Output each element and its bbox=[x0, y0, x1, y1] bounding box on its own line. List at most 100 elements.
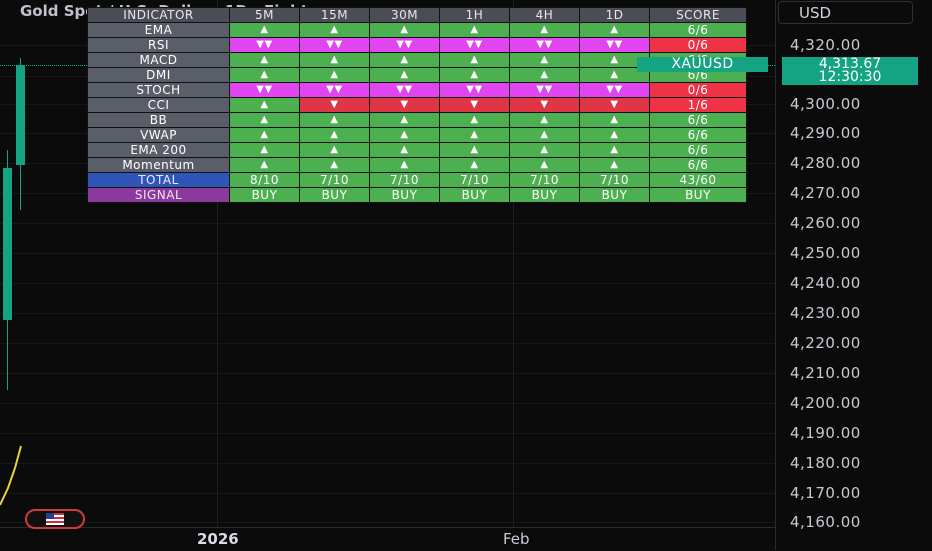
arrow-up-icon: ▲ bbox=[369, 142, 440, 158]
grid-hline bbox=[0, 343, 775, 344]
grid-hline bbox=[0, 463, 775, 464]
arrow-up-icon: ▲ bbox=[369, 52, 440, 68]
arrow-up-icon: ▲ bbox=[439, 112, 510, 128]
grid-hline bbox=[0, 522, 775, 523]
score-cell: 6/6 bbox=[649, 127, 747, 143]
signal-cell: BUY bbox=[579, 187, 650, 203]
score-cell: 0/6 bbox=[649, 82, 747, 98]
arrow-up-icon: ▲ bbox=[369, 67, 440, 83]
arrow-down-icon: ▼▼ bbox=[439, 82, 510, 98]
indicator-name: VWAP bbox=[87, 127, 230, 143]
arrow-down-icon: ▼▼ bbox=[229, 82, 300, 98]
indicator-name: DMI bbox=[87, 67, 230, 83]
total-cell: 7/10 bbox=[579, 172, 650, 188]
arrow-down-icon: ▼▼ bbox=[299, 82, 370, 98]
us-flag-icon[interactable] bbox=[25, 509, 85, 529]
table-header-cell: 5M bbox=[229, 7, 300, 23]
arrow-up-icon: ▲ bbox=[579, 142, 650, 158]
score-cell: 6/6 bbox=[649, 157, 747, 173]
table-header-cell: 1H bbox=[439, 7, 510, 23]
arrow-down-icon: ▼▼ bbox=[299, 37, 370, 53]
arrow-down-icon: ▼▼ bbox=[579, 82, 650, 98]
arrow-up-icon: ▲ bbox=[229, 142, 300, 158]
total-label: TOTAL bbox=[87, 172, 230, 188]
indicator-name: STOCH bbox=[87, 82, 230, 98]
arrow-up-icon: ▲ bbox=[229, 157, 300, 173]
price-tick-label: 4,280.00 bbox=[790, 154, 861, 172]
arrow-down-icon: ▼ bbox=[509, 97, 580, 113]
price-tick-label: 4,260.00 bbox=[790, 214, 861, 232]
arrow-down-icon: ▼▼ bbox=[509, 82, 580, 98]
arrow-down-icon: ▼▼ bbox=[369, 82, 440, 98]
total-row: TOTAL 8/10 7/10 7/10 7/10 7/10 7/10 43/60 bbox=[87, 172, 747, 188]
arrow-up-icon: ▲ bbox=[369, 22, 440, 38]
arrow-up-icon: ▲ bbox=[369, 112, 440, 128]
indicator-name: EMA bbox=[87, 22, 230, 38]
arrow-up-icon: ▲ bbox=[439, 157, 510, 173]
time-label-year: 2026 bbox=[197, 530, 239, 548]
arrow-up-icon: ▲ bbox=[509, 67, 580, 83]
score-cell: 1/6 bbox=[649, 97, 747, 113]
table-row: STOCH ▼▼ ▼▼ ▼▼ ▼▼ ▼▼ ▼▼ 0/6 bbox=[87, 82, 747, 98]
score-cell: 6/6 bbox=[649, 22, 747, 38]
arrow-up-icon: ▲ bbox=[229, 22, 300, 38]
time-label-month: Feb bbox=[503, 530, 530, 548]
time-axis[interactable] bbox=[0, 527, 775, 551]
table-row: BB ▲ ▲ ▲ ▲ ▲ ▲ 6/6 bbox=[87, 112, 747, 128]
arrow-up-icon: ▲ bbox=[579, 112, 650, 128]
grid-hline bbox=[0, 253, 775, 254]
table-row: EMA ▲ ▲ ▲ ▲ ▲ ▲ 6/6 bbox=[87, 22, 747, 38]
table-row: RSI ▼▼ ▼▼ ▼▼ ▼▼ ▼▼ ▼▼ 0/6 bbox=[87, 37, 747, 53]
indicator-name: Momentum bbox=[87, 157, 230, 173]
price-tick-label: 4,200.00 bbox=[790, 394, 861, 412]
flag-icon bbox=[46, 513, 64, 525]
price-tick-label: 4,270.00 bbox=[790, 184, 861, 202]
arrow-up-icon: ▲ bbox=[509, 22, 580, 38]
grid-hline bbox=[0, 313, 775, 314]
total-cell: 7/10 bbox=[299, 172, 370, 188]
arrow-up-icon: ▲ bbox=[299, 127, 370, 143]
signal-cell: BUY bbox=[229, 187, 300, 203]
arrow-up-icon: ▲ bbox=[229, 127, 300, 143]
total-cell: 8/10 bbox=[229, 172, 300, 188]
total-score: 43/60 bbox=[649, 172, 747, 188]
arrow-down-icon: ▼ bbox=[579, 97, 650, 113]
table-header-cell: INDICATOR bbox=[87, 7, 230, 23]
signal-row: SIGNAL BUY BUY BUY BUY BUY BUY BUY bbox=[87, 187, 747, 203]
symbol-price-label: XAUUSD bbox=[637, 57, 768, 72]
table-header-cell: 4H bbox=[509, 7, 580, 23]
arrow-up-icon: ▲ bbox=[579, 127, 650, 143]
arrow-up-icon: ▲ bbox=[369, 127, 440, 143]
arrow-up-icon: ▲ bbox=[509, 112, 580, 128]
arrow-up-icon: ▲ bbox=[299, 52, 370, 68]
score-cell: 6/6 bbox=[649, 142, 747, 158]
table-header-cell: 30M bbox=[369, 7, 440, 23]
arrow-down-icon: ▼ bbox=[369, 97, 440, 113]
price-tick-label: 4,160.00 bbox=[790, 513, 861, 531]
arrow-up-icon: ▲ bbox=[439, 52, 510, 68]
arrow-up-icon: ▲ bbox=[509, 157, 580, 173]
arrow-down-icon: ▼▼ bbox=[509, 37, 580, 53]
signal-cell: BUY bbox=[509, 187, 580, 203]
indicator-name: EMA 200 bbox=[87, 142, 230, 158]
grid-hline bbox=[0, 433, 775, 434]
grid-hline bbox=[0, 283, 775, 284]
table-header-cell: 15M bbox=[299, 7, 370, 23]
signal-label: SIGNAL bbox=[87, 187, 230, 203]
table-row: Momentum ▲ ▲ ▲ ▲ ▲ ▲ 6/6 bbox=[87, 157, 747, 173]
table-header-cell: 1D bbox=[579, 7, 650, 23]
table-row: CCI ▲ ▼ ▼ ▼ ▼ ▼ 1/6 bbox=[87, 97, 747, 113]
price-tick-label: 4,230.00 bbox=[790, 304, 861, 322]
price-tick-label: 4,170.00 bbox=[790, 484, 861, 502]
total-cell: 7/10 bbox=[369, 172, 440, 188]
signal-cell: BUY bbox=[439, 187, 510, 203]
arrow-up-icon: ▲ bbox=[439, 67, 510, 83]
price-tick-label: 4,320.00 bbox=[790, 36, 861, 54]
currency-selector[interactable]: USD bbox=[778, 1, 913, 24]
arrow-up-icon: ▲ bbox=[299, 112, 370, 128]
arrow-down-icon: ▼ bbox=[439, 97, 510, 113]
arrow-up-icon: ▲ bbox=[439, 22, 510, 38]
table-header-cell: SCORE bbox=[649, 7, 747, 23]
arrow-down-icon: ▼▼ bbox=[369, 37, 440, 53]
arrow-down-icon: ▼ bbox=[299, 97, 370, 113]
